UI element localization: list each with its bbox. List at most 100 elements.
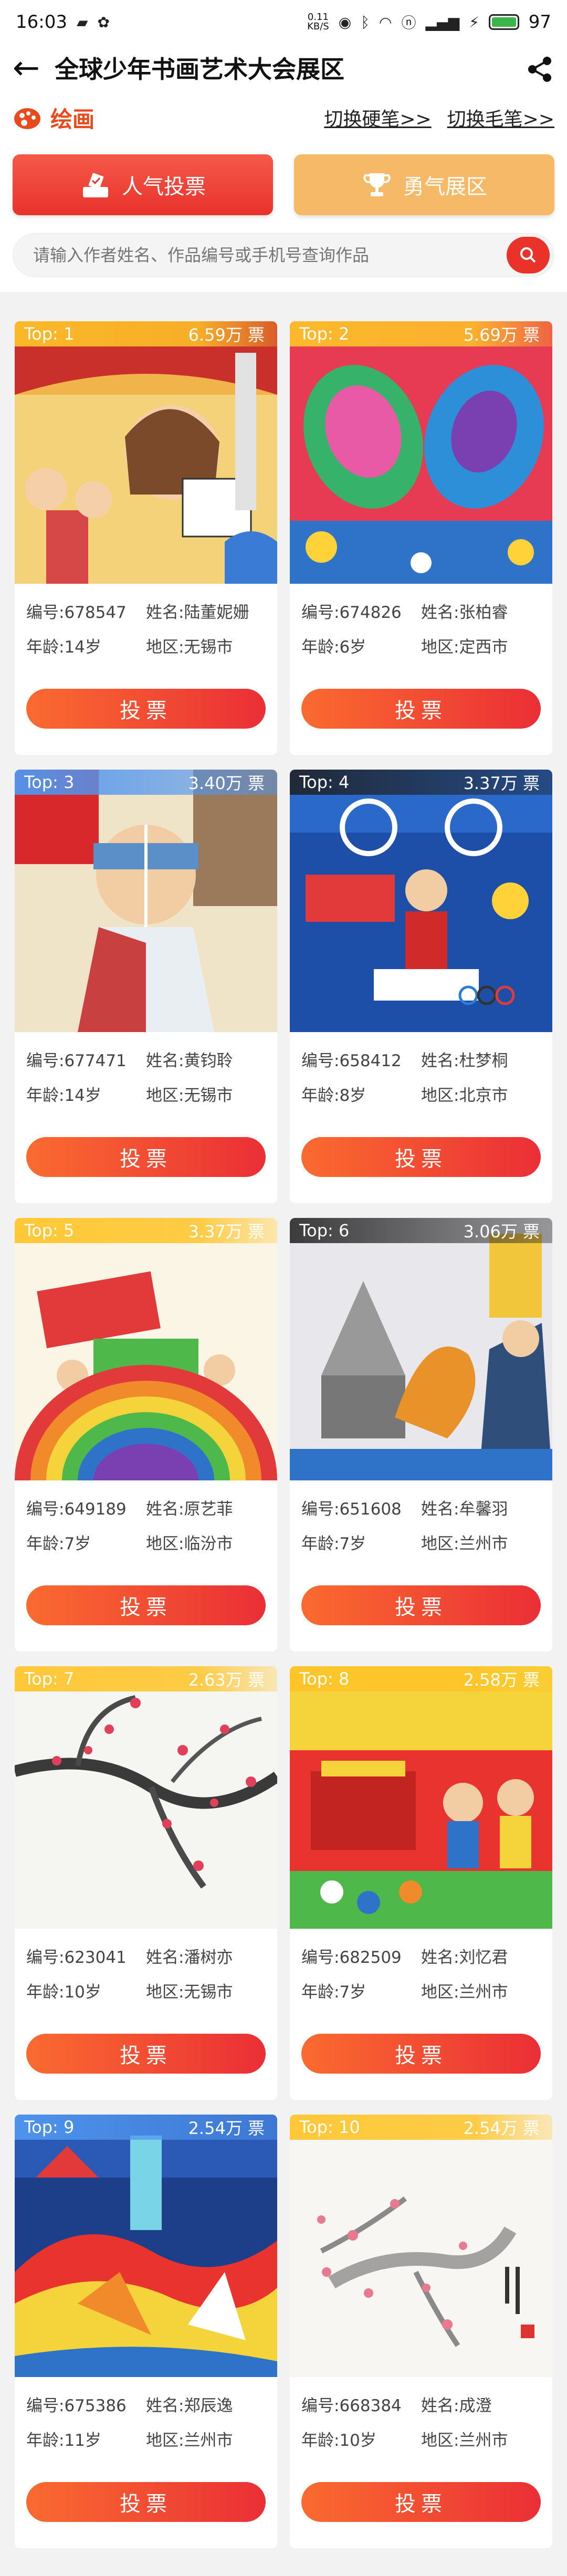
status-bar: 16:03 ▰ ✿ 0.11 KB/S ◉ ᛒ ◠ ⓝ ▂▄▆ ⚡ 97 <box>0 0 567 44</box>
vote-button[interactable]: 投票 <box>26 2482 266 2522</box>
artwork-card[interactable]: Top: 10 2.54万 票 编号:668384 姓名:成澄 年龄:10岁 地… <box>290 2115 552 2548</box>
vote-count: 3.06万 票 <box>463 1222 540 1242</box>
author-region: 地区:兰州市 <box>421 1982 508 2002</box>
artwork-painting <box>15 1666 277 1929</box>
switch-hard-pen-link[interactable]: 切换硬笔>> <box>324 104 431 131</box>
tab-brave-exhibit[interactable]: 勇气展区 <box>294 154 554 215</box>
rank-label: Top: 9 <box>24 2117 75 2137</box>
artwork-card[interactable]: Top: 1 6.59万 票 编号:678547 姓名:陆董妮姗 年龄:14岁 … <box>15 321 277 755</box>
artwork-card[interactable]: Top: 7 2.63万 票 编号:623041 姓名:潘树亦 年龄:10岁 地… <box>15 1666 277 2100</box>
rank-banner: Top: 2 5.69万 票 <box>290 321 552 346</box>
share-icon[interactable] <box>525 55 554 84</box>
author-name: 姓名:原艺菲 <box>146 1499 233 1519</box>
vote-count: 2.63万 票 <box>188 1670 265 1690</box>
artwork-id: 编号:675386 <box>26 2396 127 2415</box>
nfc-icon: ⓝ <box>401 14 416 31</box>
artwork-image[interactable]: Top: 6 3.06万 票 <box>290 1218 552 1480</box>
artwork-card[interactable]: Top: 6 3.06万 票 编号:651608 姓名:牟馨羽 年龄:7岁 地区… <box>290 1218 552 1652</box>
vote-button[interactable]: 投票 <box>301 1137 541 1177</box>
artwork-id: 编号:668384 <box>301 2396 402 2415</box>
search-section <box>0 228 567 292</box>
rank-label: Top: 8 <box>299 1669 350 1689</box>
artwork-image[interactable]: Top: 8 2.58万 票 <box>290 1666 552 1929</box>
artwork-painting <box>15 2115 277 2377</box>
search-input[interactable] <box>32 245 507 266</box>
vote-button[interactable]: 投票 <box>26 1137 266 1177</box>
rank-banner: Top: 1 6.59万 票 <box>15 321 277 346</box>
vote-button[interactable]: 投票 <box>301 2034 541 2074</box>
artwork-id: 编号:677471 <box>26 1051 127 1070</box>
artwork-image[interactable]: Top: 3 3.40万 票 <box>15 770 277 1032</box>
vote-count: 2.54万 票 <box>188 2118 265 2138</box>
author-name: 姓名:刘忆君 <box>421 1948 508 1967</box>
rank-label: Top: 1 <box>24 324 75 344</box>
author-region: 地区:无锡市 <box>146 1982 233 2002</box>
rank-banner: Top: 6 3.06万 票 <box>290 1218 552 1243</box>
author-region: 地区:临汾市 <box>146 1534 233 1553</box>
artwork-painting <box>290 321 552 584</box>
search-button[interactable] <box>507 237 550 274</box>
tab-popular-vote[interactable]: 人气投票 <box>13 154 273 215</box>
vote-button[interactable]: 投票 <box>26 2034 266 2074</box>
status-time: 16:03 <box>16 12 67 33</box>
artwork-painting <box>290 770 552 1032</box>
artwork-image[interactable]: Top: 7 2.63万 票 <box>15 1666 277 1929</box>
vote-button[interactable]: 投票 <box>301 1585 541 1625</box>
network-speed: 0.11 KB/S <box>307 13 329 31</box>
vote-count: 3.40万 票 <box>188 773 265 793</box>
artwork-image[interactable]: Top: 1 6.59万 票 <box>15 321 277 584</box>
rank-label: Top: 2 <box>299 324 350 344</box>
author-age: 年龄:14岁 <box>26 1086 101 1105</box>
artwork-card[interactable]: Top: 5 3.37万 票 编号:649189 姓名:原艺菲 年龄:7岁 地区… <box>15 1218 277 1652</box>
artwork-card[interactable]: Top: 2 5.69万 票 编号:674826 姓名:张柏睿 年龄:6岁 地区… <box>290 321 552 755</box>
artwork-image[interactable]: Top: 9 2.54万 票 <box>15 2115 277 2377</box>
rank-label: Top: 7 <box>24 1669 75 1689</box>
search-icon <box>520 247 536 263</box>
palette-icon <box>14 108 40 129</box>
vote-button[interactable]: 投票 <box>26 689 266 729</box>
artwork-image[interactable]: Top: 10 2.54万 票 <box>290 2115 552 2377</box>
author-age: 年龄:8岁 <box>301 1086 366 1105</box>
network-speed-unit: KB/S <box>307 21 329 32</box>
paw-icon: ✿ <box>97 13 110 31</box>
author-age: 年龄:14岁 <box>26 637 101 657</box>
author-age: 年龄:7岁 <box>301 1534 366 1553</box>
vote-count: 3.37万 票 <box>463 773 540 793</box>
artwork-id: 编号:623041 <box>26 1948 127 1967</box>
title-bar: ← 全球少年书画艺术大会展区 <box>0 44 567 91</box>
author-region: 地区:无锡市 <box>146 1086 233 1105</box>
artwork-id: 编号:649189 <box>26 1499 127 1519</box>
wifi-icon: ◠ <box>379 13 392 31</box>
vote-button[interactable]: 投票 <box>26 1585 266 1625</box>
author-region: 地区:兰州市 <box>421 2431 508 2450</box>
back-arrow-icon[interactable]: ← <box>13 51 49 84</box>
category-label: 绘画 <box>50 106 95 132</box>
rank-banner: Top: 9 2.54万 票 <box>15 2115 277 2140</box>
author-region: 地区:定西市 <box>421 637 508 657</box>
vote-button[interactable]: 投票 <box>301 2482 541 2522</box>
author-region: 地区:无锡市 <box>146 637 233 657</box>
artwork-card[interactable]: Top: 3 3.40万 票 编号:677471 姓名:黄钧聆 年龄:14岁 地… <box>15 770 277 1203</box>
artwork-painting <box>290 2115 552 2377</box>
artwork-image[interactable]: Top: 5 3.37万 票 <box>15 1218 277 1480</box>
artwork-painting <box>15 1218 277 1480</box>
artwork-painting <box>290 1218 552 1480</box>
artwork-card[interactable]: Top: 9 2.54万 票 编号:675386 姓名:郑辰逸 年龄:11岁 地… <box>15 2115 277 2548</box>
rank-label: Top: 10 <box>299 2117 360 2137</box>
artwork-image[interactable]: Top: 4 3.37万 票 <box>290 770 552 1032</box>
artwork-image[interactable]: Top: 2 5.69万 票 <box>290 321 552 584</box>
author-name: 姓名:陆董妮姗 <box>146 603 249 622</box>
charging-icon: ⚡ <box>469 13 479 31</box>
rank-banner: Top: 4 3.37万 票 <box>290 770 552 795</box>
category-row: 绘画 切换硬笔>> 切换毛笔>> <box>0 91 567 144</box>
author-name: 姓名:成澄 <box>421 2396 492 2415</box>
message-icon: ▰ <box>76 13 88 31</box>
author-age: 年龄:7岁 <box>301 1982 366 2002</box>
switch-brush-link[interactable]: 切换毛笔>> <box>447 104 554 131</box>
author-age: 年龄:11岁 <box>26 2431 101 2450</box>
vote-button[interactable]: 投票 <box>301 689 541 729</box>
artwork-card[interactable]: Top: 8 2.58万 票 编号:682509 姓名:刘忆君 年龄:7岁 地区… <box>290 1666 552 2100</box>
alarm-icon: ◉ <box>338 13 352 31</box>
artwork-id: 编号:682509 <box>301 1948 402 1967</box>
artwork-card[interactable]: Top: 4 3.37万 票 编号:658412 姓名:杜梦桐 年龄:8岁 地区… <box>290 770 552 1203</box>
